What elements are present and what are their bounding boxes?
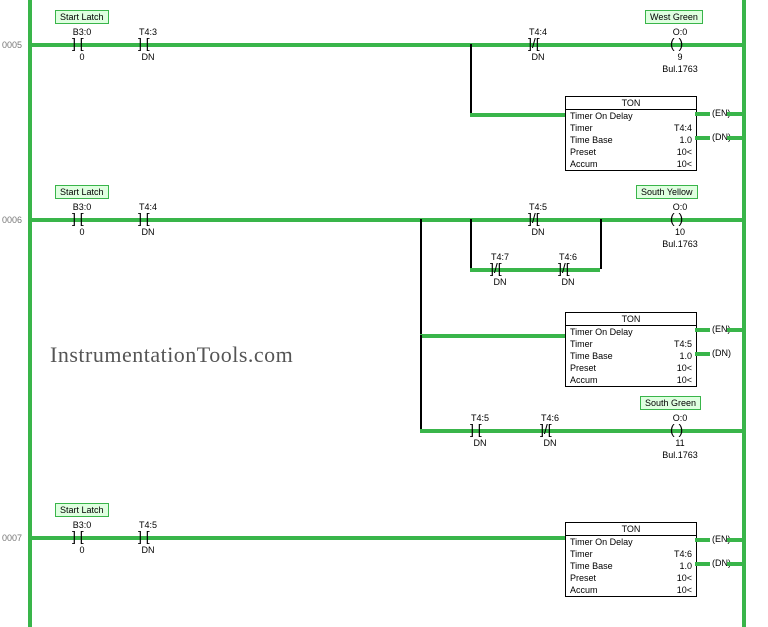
contact-bit: 0 [62, 227, 102, 237]
start-latch-label: Start Latch [55, 10, 109, 24]
start-latch-label: Start Latch [55, 503, 109, 517]
contact-bit: DN [128, 227, 168, 237]
contact-bit: DN [530, 438, 570, 448]
contact-bit: DN [480, 277, 520, 287]
ton-block: TON Timer On Delay TimerT4:4 Time Base1.… [565, 96, 697, 171]
ton-block: TON Timer On Delay TimerT4:6 Time Base1.… [565, 522, 697, 597]
ton-title: TON [566, 97, 696, 110]
contact-bit: DN [460, 438, 500, 448]
xic-contact: ] [ [138, 529, 150, 543]
xic-contact: ] [ [470, 422, 482, 436]
xio-contact: ]/[ [490, 261, 502, 275]
output-bit: 9 [660, 52, 700, 62]
ton-block: TON Timer On Delay TimerT4:5 Time Base1.… [565, 312, 697, 387]
right-rail [742, 0, 746, 627]
output-module: Bul.1763 [652, 239, 708, 249]
output-tag: South Yellow [636, 185, 698, 199]
output-coil: ( ) [670, 211, 683, 225]
output-bit: 11 [660, 438, 700, 448]
watermark: InstrumentationTools.com [50, 342, 293, 368]
output-coil: ( ) [670, 36, 683, 50]
xio-contact: ]/[ [528, 211, 540, 225]
ton-title: TON [566, 313, 696, 326]
rung-number: 0007 [2, 533, 22, 543]
output-module: Bul.1763 [652, 450, 708, 460]
rung-number: 0005 [2, 40, 22, 50]
start-latch-label: Start Latch [55, 185, 109, 199]
contact-bit: DN [548, 277, 588, 287]
left-rail [28, 0, 32, 627]
xic-contact: ] [ [72, 211, 84, 225]
output-tag: West Green [645, 10, 703, 24]
contact-bit: DN [128, 52, 168, 62]
contact-bit: 0 [62, 545, 102, 555]
contact-bit: DN [518, 52, 558, 62]
contact-bit: DN [518, 227, 558, 237]
ton-title: TON [566, 523, 696, 536]
output-bit: 10 [660, 227, 700, 237]
contact-bit: 0 [62, 52, 102, 62]
xio-contact: ]/[ [558, 261, 570, 275]
output-coil: ( ) [670, 422, 683, 436]
ladder-diagram: InstrumentationTools.com 0005 Start Latc… [0, 0, 768, 627]
xic-contact: ] [ [72, 529, 84, 543]
xio-contact: ]/[ [540, 422, 552, 436]
xic-contact: ] [ [72, 36, 84, 50]
rung-number: 0006 [2, 215, 22, 225]
output-module: Bul.1763 [652, 64, 708, 74]
xic-contact: ] [ [138, 211, 150, 225]
xio-contact: ]/[ [528, 36, 540, 50]
contact-bit: DN [128, 545, 168, 555]
dn-flag: (DN) [712, 348, 731, 358]
xic-contact: ] [ [138, 36, 150, 50]
output-tag: South Green [640, 396, 701, 410]
